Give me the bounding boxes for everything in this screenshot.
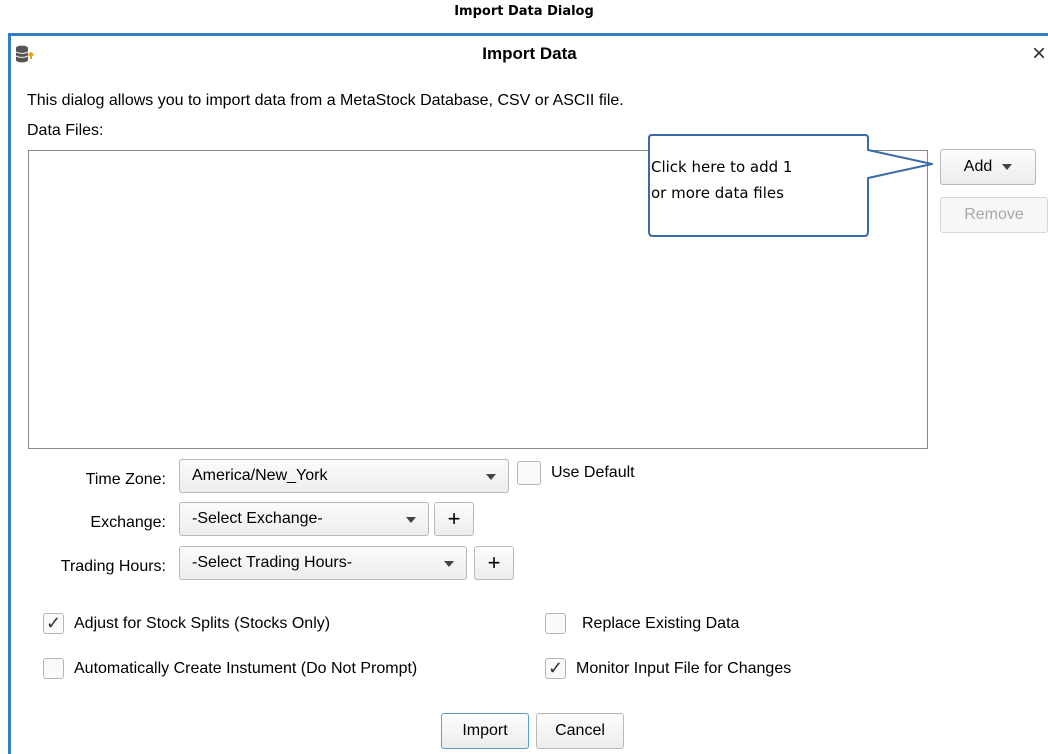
trading-hours-value: -Select Trading Hours- [192, 554, 353, 571]
auto-create-checkbox[interactable] [43, 658, 64, 679]
trading-hours-label: Trading Hours: [60, 558, 166, 575]
chevron-down-icon [486, 474, 496, 480]
replace-existing-checkbox[interactable] [545, 613, 566, 634]
exchange-select[interactable]: -Select Exchange- [179, 502, 429, 536]
adjust-splits-label: Adjust for Stock Splits (Stocks Only) [74, 614, 331, 632]
import-data-dialog: Import Data × This dialog allows you to … [8, 33, 1048, 754]
callout-text: Click here to add 1 or more data files [651, 154, 792, 206]
replace-existing-label: Replace Existing Data [582, 614, 740, 632]
time-zone-label: Time Zone: [85, 471, 166, 488]
remove-button-label: Remove [964, 206, 1024, 223]
plus-icon: + [487, 550, 501, 575]
monitor-input-option[interactable]: ✓ Monitor Input File for Changes [545, 658, 791, 679]
remove-button[interactable]: Remove [940, 197, 1048, 233]
data-files-label: Data Files: [27, 122, 104, 139]
add-button-label: Add [963, 158, 993, 175]
time-zone-value: America/New_York [192, 467, 328, 484]
use-default-checkbox[interactable] [517, 461, 541, 485]
trading-hours-select[interactable]: -Select Trading Hours- [179, 546, 467, 580]
chevron-down-icon [406, 517, 416, 523]
exchange-value: -Select Exchange- [192, 510, 323, 527]
callout-line-1: Click here to add 1 [651, 158, 793, 176]
auto-create-label: Automatically Create Instument (Do Not P… [74, 659, 418, 677]
monitor-input-label: Monitor Input File for Changes [576, 659, 792, 677]
adjust-splits-option[interactable]: ✓ Adjust for Stock Splits (Stocks Only) [43, 613, 330, 634]
figure-caption: Import Data Dialog [454, 4, 594, 19]
add-trading-hours-button[interactable]: + [474, 546, 514, 580]
plus-icon: + [447, 506, 461, 531]
dialog-title: Import Data [482, 44, 577, 63]
import-button[interactable]: Import [441, 713, 529, 749]
close-icon[interactable]: × [1032, 40, 1046, 68]
callout-line-2: or more data files [651, 184, 784, 202]
checkmark-icon: ✓ [547, 658, 564, 678]
add-exchange-button[interactable]: + [434, 502, 474, 536]
exchange-label: Exchange: [90, 514, 166, 531]
import-button-label: Import [462, 722, 508, 739]
chevron-down-icon [444, 561, 454, 567]
data-files-list[interactable] [28, 150, 928, 449]
monitor-input-checkbox[interactable]: ✓ [545, 658, 566, 679]
adjust-splits-checkbox[interactable]: ✓ [43, 613, 64, 634]
cancel-button[interactable]: Cancel [536, 713, 624, 749]
use-default-option[interactable]: Use Default [517, 461, 635, 485]
checkmark-icon: ✓ [45, 613, 62, 633]
time-zone-select[interactable]: America/New_York [179, 459, 509, 493]
chevron-down-icon [1002, 164, 1013, 170]
add-button[interactable]: Add [940, 149, 1036, 185]
title-bar: Import Data × [11, 36, 1048, 72]
replace-existing-option[interactable]: Replace Existing Data [545, 613, 739, 634]
cancel-button-label: Cancel [555, 722, 605, 739]
auto-create-option[interactable]: Automatically Create Instument (Do Not P… [43, 658, 417, 679]
dialog-description: This dialog allows you to import data fr… [27, 92, 624, 109]
use-default-label: Use Default [551, 464, 635, 481]
